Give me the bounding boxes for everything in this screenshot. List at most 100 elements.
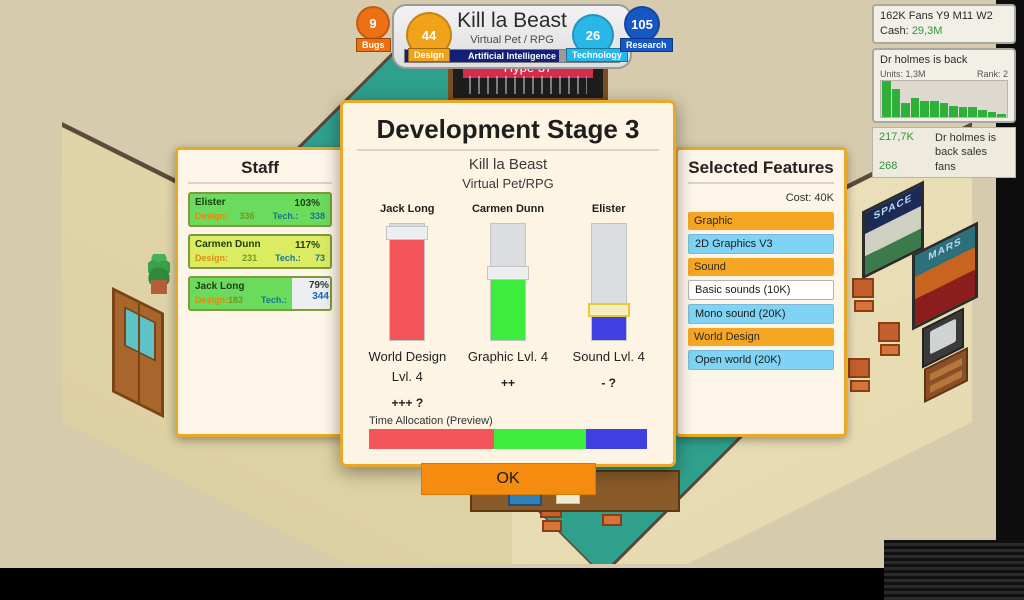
chart-bar	[882, 81, 891, 117]
fans-cash-card[interactable]: 162K Fans Y9 M11 W2 Cash: 29,3M	[872, 4, 1016, 44]
dialog-genre: Virtual Pet/RPG	[462, 176, 554, 191]
slider-fill	[390, 233, 425, 340]
design-caption: Design	[408, 48, 451, 62]
ok-button[interactable]: OK	[420, 463, 596, 495]
slider-handle[interactable]	[587, 302, 630, 317]
cash-value: 29,3M	[911, 25, 943, 37]
features-cost: Cost: 40K	[785, 192, 834, 204]
chart-bar	[920, 100, 930, 117]
feature-group-header: Sound	[688, 258, 834, 276]
chalkboard-scribbles	[469, 76, 587, 94]
research-value: 105	[631, 16, 653, 32]
tech-value: 73	[314, 253, 325, 263]
chair	[878, 322, 900, 356]
allocation-columns: Jack Long World Design Lvl. 4 +++ ? Carmen …	[357, 201, 659, 413]
bugs-value: 9	[369, 15, 377, 31]
cash-line: Cash: 29,3M	[880, 24, 1008, 39]
feature-group-header: World Design	[688, 328, 834, 346]
allocation-slider[interactable]	[587, 223, 630, 341]
screen-corner-artifact	[884, 540, 1024, 600]
door-window	[124, 306, 156, 362]
research-badge[interactable]: 105	[624, 6, 660, 42]
allocation-slider[interactable]	[386, 223, 429, 341]
feature-item[interactable]: 2D Graphics V3	[688, 234, 834, 254]
chart-bar	[891, 88, 901, 117]
fans-date-line: 162K Fans Y9 M11 W2	[880, 10, 993, 22]
feature-item[interactable]: Open world (20K)	[688, 350, 834, 370]
report-title: Dr holmes is back	[880, 54, 968, 66]
units-label: Units: 1,3M	[880, 69, 926, 79]
allocation-area-label: Graphic Lvl. 4	[467, 349, 549, 364]
design-label: Design:	[195, 253, 229, 263]
potted-plant	[146, 250, 172, 294]
chart-bar	[987, 112, 997, 117]
allocation-column: Carmen Dunn Graphic Lvl. 4 ++	[458, 201, 559, 413]
allocation-column: Elister Sound Lvl. 4 - ?	[558, 201, 659, 413]
chart-bar	[910, 98, 920, 117]
chart-bar	[997, 114, 1006, 117]
summary-fans-value: 268	[879, 160, 898, 172]
sales-summary: 217,7K Dr holmes is back sales 268 fans	[872, 127, 1016, 178]
staff-percent: 79%	[308, 280, 329, 291]
time-allocation-bar	[369, 429, 647, 449]
allocation-area-label: Sound Lvl. 4	[572, 349, 645, 364]
staff-list: Elister 103% Design: 336 Tech.: 338 Carmen Dun…	[188, 192, 332, 311]
bugs-badge[interactable]: 9	[356, 6, 390, 40]
game-screen: Hype 37 SPACE MARS Kill la Beast Virtual…	[0, 0, 1024, 600]
staff-panel: Staff Elister 103% Design: 336 Tech.: 338 Carm…	[175, 147, 345, 437]
allocation-rating: - ?	[601, 376, 617, 390]
feature-item[interactable]: Basic sounds (10K)	[688, 280, 834, 300]
summary-sales-label: Dr holmes is back sales	[935, 132, 997, 158]
door-split	[138, 303, 140, 403]
allocation-segment	[585, 429, 647, 449]
design-value: 44	[421, 27, 437, 43]
allocation-staff-name: Jack Long	[380, 203, 435, 215]
dialog-title: Development Stage 3	[357, 113, 659, 151]
summary-fans-label: fans	[935, 161, 956, 173]
sales-bar-chart	[880, 80, 1008, 118]
design-label: Design:	[195, 295, 229, 305]
feature-group-header: Graphic	[688, 212, 834, 230]
allocation-slider[interactable]	[487, 223, 529, 341]
technology-caption: Technology	[566, 48, 628, 62]
tech-label: Tech.:	[275, 253, 301, 263]
allocation-rating: +++ ?	[391, 396, 424, 410]
chart-bar	[949, 106, 958, 117]
staff-row[interactable]: Elister 103% Design: 336 Tech.: 338	[188, 192, 332, 227]
allocation-rating: ++	[501, 376, 516, 390]
slider-handle[interactable]	[487, 265, 529, 280]
status-hud: 162K Fans Y9 M11 W2 Cash: 29,3M Dr holme…	[872, 4, 1016, 178]
sales-report-card[interactable]: Dr holmes is back Units: 1,3M Rank: 2	[872, 48, 1016, 123]
tech-label: Tech.:	[261, 295, 287, 305]
chart-bar	[939, 102, 949, 117]
slider-handle[interactable]	[386, 226, 429, 241]
chart-bar	[901, 102, 910, 117]
staff-row[interactable]: Carmen Dunn 117% Design: 231 Tech.: 73	[188, 234, 332, 269]
staff-stats: Design: 336 Tech.: 338	[195, 210, 325, 222]
allocation-staff-name: Elister	[591, 203, 626, 215]
feature-item[interactable]: Mono sound (20K)	[688, 304, 834, 324]
allocation-segment	[369, 429, 495, 449]
time-allocation-label: Time Allocation (Preview)	[369, 415, 493, 427]
tech-value: 338	[309, 211, 325, 221]
research-caption: Research	[620, 38, 673, 52]
allocation-segment	[494, 429, 586, 449]
chart-bar	[930, 101, 939, 117]
design-label: Design:	[195, 211, 229, 221]
chair	[852, 278, 874, 312]
selected-features-panel: Selected Features Cost: 40K Graphic 2D Gr…	[675, 147, 847, 437]
slider-fill	[491, 272, 525, 340]
screen-letterbox-bottom	[0, 568, 1024, 600]
chart-bar	[968, 107, 978, 117]
feature-list: Graphic 2D Graphics V3 Sound Basic sounds (…	[688, 212, 834, 370]
technology-value: 26	[585, 27, 601, 43]
report-subline: Units: 1,3M Rank: 2	[880, 68, 1008, 80]
staff-stats: Design: 231 Tech.: 73	[195, 252, 325, 264]
staff-percent: 103%	[294, 198, 320, 209]
staff-name: Jack Long	[195, 281, 245, 292]
staff-stats: Design: 183 Tech.:	[195, 294, 287, 306]
summary-sales-value: 217,7K	[879, 131, 914, 143]
features-panel-title: Selected Features	[688, 158, 834, 184]
staff-row[interactable]: Jack Long Design: 183 Tech.: 79% 344	[188, 276, 332, 311]
dialog-game-name: Kill la Beast	[468, 156, 548, 173]
